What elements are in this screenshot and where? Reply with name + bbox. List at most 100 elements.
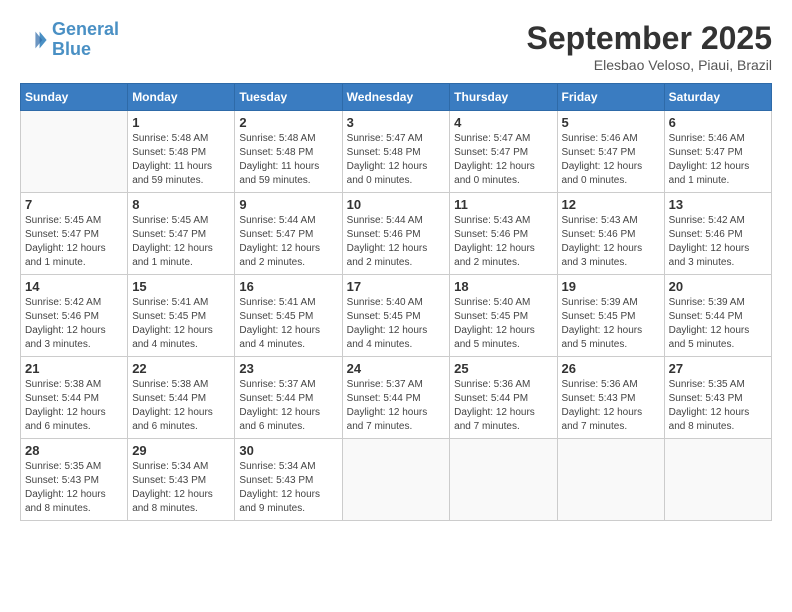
day-info: Sunrise: 5:36 AM Sunset: 5:44 PM Dayligh… — [454, 378, 552, 434]
day-info: Sunrise: 5:42 AM Sunset: 5:46 PM Dayligh… — [669, 214, 767, 270]
calendar-cell: 17 Sunrise: 5:40 AM Sunset: 5:45 PM Dayli… — [342, 275, 450, 357]
day-info: Sunrise: 5:45 AM Sunset: 5:47 PM Dayligh… — [132, 214, 230, 270]
day-info: Sunrise: 5:47 AM Sunset: 5:48 PM Dayligh… — [347, 132, 446, 188]
day-number: 9 — [239, 197, 337, 212]
day-info: Sunrise: 5:48 AM Sunset: 5:48 PM Dayligh… — [132, 132, 230, 188]
month-title: September 2025 — [527, 20, 772, 57]
day-info: Sunrise: 5:37 AM Sunset: 5:44 PM Dayligh… — [239, 378, 337, 434]
day-info: Sunrise: 5:35 AM Sunset: 5:43 PM Dayligh… — [669, 378, 767, 434]
calendar-cell: 6 Sunrise: 5:46 AM Sunset: 5:47 PM Daylig… — [664, 111, 771, 193]
location-subtitle: Elesbao Veloso, Piaui, Brazil — [527, 57, 772, 73]
calendar: SundayMondayTuesdayWednesdayThursdayFrid… — [20, 83, 772, 521]
day-number: 12 — [562, 197, 660, 212]
header: General Blue September 2025 Elesbao Velo… — [20, 20, 772, 73]
calendar-cell — [557, 439, 664, 521]
logo-text: General Blue — [52, 20, 119, 60]
day-number: 6 — [669, 115, 767, 130]
day-number: 17 — [347, 279, 446, 294]
day-number: 5 — [562, 115, 660, 130]
day-info: Sunrise: 5:48 AM Sunset: 5:48 PM Dayligh… — [239, 132, 337, 188]
calendar-cell: 16 Sunrise: 5:41 AM Sunset: 5:45 PM Dayli… — [235, 275, 342, 357]
day-info: Sunrise: 5:40 AM Sunset: 5:45 PM Dayligh… — [347, 296, 446, 352]
calendar-week-4: 21Sunrise: 5:38 AM Sunset: 5:44 PM Dayli… — [21, 357, 772, 439]
day-number: 2 — [239, 115, 337, 130]
day-number: 22 — [132, 361, 230, 376]
day-number: 24 — [347, 361, 446, 376]
calendar-cell: 21Sunrise: 5:38 AM Sunset: 5:44 PM Dayli… — [21, 357, 128, 439]
day-info: Sunrise: 5:45 AM Sunset: 5:47 PM Dayligh… — [25, 214, 123, 270]
day-info: Sunrise: 5:34 AM Sunset: 5:43 PM Dayligh… — [132, 460, 230, 516]
calendar-cell — [664, 439, 771, 521]
day-number: 23 — [239, 361, 337, 376]
calendar-cell — [342, 439, 450, 521]
day-number: 11 — [454, 197, 552, 212]
day-number: 14 — [25, 279, 123, 294]
day-info: Sunrise: 5:39 AM Sunset: 5:44 PM Dayligh… — [669, 296, 767, 352]
weekday-header-sunday: Sunday — [21, 84, 128, 111]
day-number: 29 — [132, 443, 230, 458]
calendar-cell: 15Sunrise: 5:41 AM Sunset: 5:45 PM Dayli… — [128, 275, 235, 357]
day-number: 3 — [347, 115, 446, 130]
calendar-cell: 11 Sunrise: 5:43 AM Sunset: 5:46 PM Dayli… — [450, 193, 557, 275]
day-info: Sunrise: 5:34 AM Sunset: 5:43 PM Dayligh… — [239, 460, 337, 516]
weekday-header-row: SundayMondayTuesdayWednesdayThursdayFrid… — [21, 84, 772, 111]
day-info: Sunrise: 5:37 AM Sunset: 5:44 PM Dayligh… — [347, 378, 446, 434]
day-number: 28 — [25, 443, 123, 458]
calendar-cell — [21, 111, 128, 193]
calendar-cell: 22 Sunrise: 5:38 AM Sunset: 5:44 PM Dayli… — [128, 357, 235, 439]
day-number: 8 — [132, 197, 230, 212]
calendar-cell: 1Sunrise: 5:48 AM Sunset: 5:48 PM Daylig… — [128, 111, 235, 193]
weekday-header-monday: Monday — [128, 84, 235, 111]
day-number: 16 — [239, 279, 337, 294]
calendar-cell: 13 Sunrise: 5:42 AM Sunset: 5:46 PM Dayli… — [664, 193, 771, 275]
calendar-cell: 10 Sunrise: 5:44 AM Sunset: 5:46 PM Dayli… — [342, 193, 450, 275]
calendar-cell: 24 Sunrise: 5:37 AM Sunset: 5:44 PM Dayli… — [342, 357, 450, 439]
calendar-cell: 9 Sunrise: 5:44 AM Sunset: 5:47 PM Daylig… — [235, 193, 342, 275]
calendar-cell — [450, 439, 557, 521]
calendar-cell: 29 Sunrise: 5:34 AM Sunset: 5:43 PM Dayli… — [128, 439, 235, 521]
day-info: Sunrise: 5:43 AM Sunset: 5:46 PM Dayligh… — [454, 214, 552, 270]
day-info: Sunrise: 5:41 AM Sunset: 5:45 PM Dayligh… — [239, 296, 337, 352]
calendar-cell: 18 Sunrise: 5:40 AM Sunset: 5:45 PM Dayli… — [450, 275, 557, 357]
day-info: Sunrise: 5:47 AM Sunset: 5:47 PM Dayligh… — [454, 132, 552, 188]
day-info: Sunrise: 5:40 AM Sunset: 5:45 PM Dayligh… — [454, 296, 552, 352]
calendar-cell: 26 Sunrise: 5:36 AM Sunset: 5:43 PM Dayli… — [557, 357, 664, 439]
calendar-cell: 23 Sunrise: 5:37 AM Sunset: 5:44 PM Dayli… — [235, 357, 342, 439]
day-info: Sunrise: 5:38 AM Sunset: 5:44 PM Dayligh… — [25, 378, 123, 434]
weekday-header-tuesday: Tuesday — [235, 84, 342, 111]
calendar-cell: 8 Sunrise: 5:45 AM Sunset: 5:47 PM Daylig… — [128, 193, 235, 275]
day-number: 13 — [669, 197, 767, 212]
day-info: Sunrise: 5:38 AM Sunset: 5:44 PM Dayligh… — [132, 378, 230, 434]
day-number: 10 — [347, 197, 446, 212]
weekday-header-wednesday: Wednesday — [342, 84, 450, 111]
day-info: Sunrise: 5:35 AM Sunset: 5:43 PM Dayligh… — [25, 460, 123, 516]
calendar-week-5: 28 Sunrise: 5:35 AM Sunset: 5:43 PM Dayli… — [21, 439, 772, 521]
day-info: Sunrise: 5:36 AM Sunset: 5:43 PM Dayligh… — [562, 378, 660, 434]
calendar-cell: 2 Sunrise: 5:48 AM Sunset: 5:48 PM Daylig… — [235, 111, 342, 193]
day-info: Sunrise: 5:44 AM Sunset: 5:47 PM Dayligh… — [239, 214, 337, 270]
day-number: 4 — [454, 115, 552, 130]
calendar-cell: 27 Sunrise: 5:35 AM Sunset: 5:43 PM Dayli… — [664, 357, 771, 439]
day-info: Sunrise: 5:42 AM Sunset: 5:46 PM Dayligh… — [25, 296, 123, 352]
day-info: Sunrise: 5:46 AM Sunset: 5:47 PM Dayligh… — [562, 132, 660, 188]
calendar-week-1: 1Sunrise: 5:48 AM Sunset: 5:48 PM Daylig… — [21, 111, 772, 193]
calendar-cell: 5 Sunrise: 5:46 AM Sunset: 5:47 PM Daylig… — [557, 111, 664, 193]
weekday-header-thursday: Thursday — [450, 84, 557, 111]
day-info: Sunrise: 5:44 AM Sunset: 5:46 PM Dayligh… — [347, 214, 446, 270]
logo-icon — [20, 26, 48, 54]
logo: General Blue — [20, 20, 119, 60]
calendar-cell: 3 Sunrise: 5:47 AM Sunset: 5:48 PM Daylig… — [342, 111, 450, 193]
weekday-header-saturday: Saturday — [664, 84, 771, 111]
calendar-week-2: 7Sunrise: 5:45 AM Sunset: 5:47 PM Daylig… — [21, 193, 772, 275]
day-number: 26 — [562, 361, 660, 376]
calendar-cell: 20 Sunrise: 5:39 AM Sunset: 5:44 PM Dayli… — [664, 275, 771, 357]
calendar-cell: 7Sunrise: 5:45 AM Sunset: 5:47 PM Daylig… — [21, 193, 128, 275]
day-info: Sunrise: 5:46 AM Sunset: 5:47 PM Dayligh… — [669, 132, 767, 188]
day-number: 18 — [454, 279, 552, 294]
day-number: 20 — [669, 279, 767, 294]
day-number: 27 — [669, 361, 767, 376]
calendar-cell: 12Sunrise: 5:43 AM Sunset: 5:46 PM Dayli… — [557, 193, 664, 275]
day-number: 15 — [132, 279, 230, 294]
calendar-cell: 28 Sunrise: 5:35 AM Sunset: 5:43 PM Dayli… — [21, 439, 128, 521]
day-number: 19 — [562, 279, 660, 294]
